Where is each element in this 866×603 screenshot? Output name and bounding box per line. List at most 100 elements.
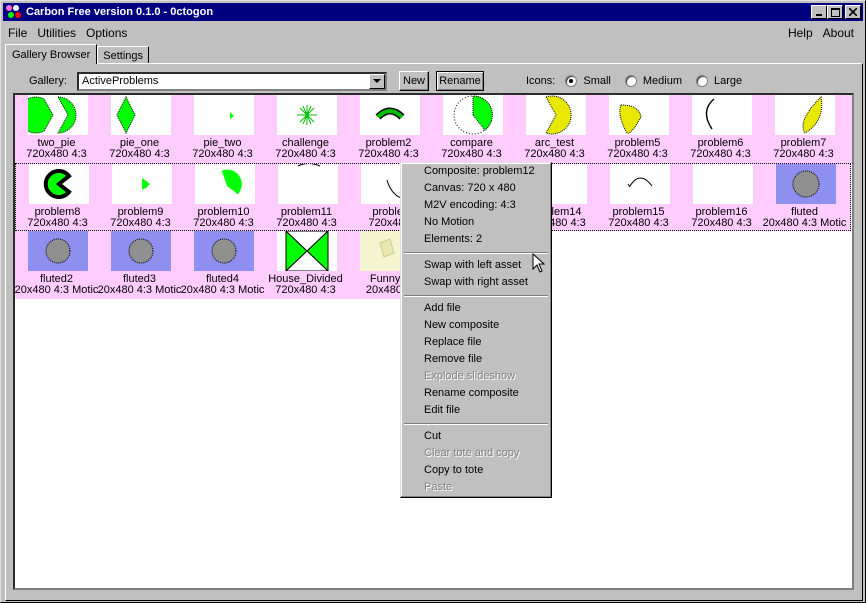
ctx-separator — [404, 423, 548, 425]
gallery-item-challenge[interactable]: challenge 720x480 4:3 — [264, 95, 347, 161]
ctx-cut[interactable]: Cut — [424, 430, 441, 442]
gallery-item-two-pie[interactable]: two_pie 720x480 4:3 — [15, 95, 98, 161]
icon-size-medium-radio[interactable]: Medium — [624, 75, 682, 87]
ctx-replace-file[interactable]: Replace file — [424, 336, 481, 348]
gallery-item-compare[interactable]: compare 720x480 4:3 — [430, 95, 513, 161]
rename-gallery-button[interactable]: Rename — [436, 71, 484, 91]
gallery-row: fluted2 20x480 4:3 Motic fluted3 20x480 … — [15, 231, 420, 299]
ctx-info-canvas: Canvas: 720 x 480 — [424, 182, 516, 194]
menu-options[interactable]: Options — [81, 26, 132, 40]
problem15-thumbnail — [610, 164, 670, 204]
menu-help[interactable]: Help — [783, 26, 818, 40]
fluted4-thumbnail — [194, 231, 254, 271]
icon-size-large-label: Large — [714, 75, 743, 87]
gallery-item-problem6[interactable]: problem6 720x480 4:3 — [679, 95, 762, 161]
challenge-thumbnail — [277, 95, 337, 135]
ctx-remove-file[interactable]: Remove file — [424, 353, 482, 365]
close-icon — [849, 8, 857, 16]
minimize-button[interactable] — [811, 5, 827, 19]
problem16-thumbnail — [693, 164, 753, 204]
gallery-item-problem9[interactable]: problem9 720x480 4:3 — [99, 164, 182, 230]
ctx-info-encoding: M2V encoding: 4:3 — [424, 199, 516, 211]
ctx-explode-slideshow: Explode slideshow — [424, 370, 516, 382]
gallery-item-problem2[interactable]: problem2 720x480 4:3 — [347, 95, 430, 161]
gallery-item-problem11[interactable]: problem11 720x480 4:3 — [265, 164, 348, 230]
problem11-thumbnail — [278, 164, 338, 204]
gallery-item-problem16[interactable]: problem16 720x480 4:3 — [680, 164, 763, 230]
problem7-thumbnail — [775, 95, 835, 135]
gallery-item-problem7[interactable]: problem7 720x480 4:3 — [762, 95, 845, 161]
menu-file[interactable]: File — [3, 26, 32, 40]
tab-settings[interactable]: Settings — [97, 46, 149, 64]
ctx-clear-tote-copy: Clear tote and copy — [424, 447, 520, 459]
context-menu: Composite: problem12 Canvas: 720 x 480 M… — [400, 162, 552, 498]
gallery-item-fluted[interactable]: fluted 20x480 4:3 Motic — [763, 164, 846, 230]
problem5-thumbnail — [609, 95, 669, 135]
gallery-select[interactable]: ActiveProblems — [77, 71, 387, 91]
tab-gallery-browser[interactable]: Gallery Browser — [5, 44, 98, 64]
ctx-swap-left[interactable]: Swap with left asset — [424, 259, 521, 271]
gallery-item-fluted2[interactable]: fluted2 20x480 4:3 Motic — [15, 231, 98, 297]
close-button[interactable] — [845, 5, 861, 19]
gallery-item-problem5[interactable]: problem5 720x480 4:3 — [596, 95, 679, 161]
radio-unselected-icon — [696, 75, 708, 87]
ctx-separator — [404, 252, 548, 254]
menu-bar: File Utilities Options Help About — [3, 23, 863, 42]
app-window: Carbon Free version 0.1.0 - 0ctogon File… — [0, 0, 866, 603]
fluted2-thumbnail — [28, 231, 88, 271]
window-title: Carbon Free version 0.1.0 - 0ctogon — [26, 6, 214, 18]
gallery-item-problem8[interactable]: problem8 720x480 4:3 — [16, 164, 99, 230]
radio-unselected-icon — [624, 75, 637, 87]
menu-utilities[interactable]: Utilities — [32, 26, 81, 40]
gallery-label: Gallery: — [29, 75, 67, 87]
gallery-item-arc-test[interactable]: arc_test 720x480 4:3 — [513, 95, 596, 161]
gallery-item-fluted4[interactable]: fluted4 20x480 4:3 Motic — [181, 231, 264, 297]
two-pie-thumbnail — [28, 95, 88, 135]
ctx-edit-file[interactable]: Edit file — [424, 404, 460, 416]
menu-about[interactable]: About — [818, 26, 859, 40]
gallery-select-value: ActiveProblems — [82, 75, 159, 87]
gallery-toolbar: Gallery: ActiveProblems New Rename Icons… — [29, 71, 742, 91]
gallery-item-fluted3[interactable]: fluted3 20x480 4:3 Motic — [98, 231, 181, 297]
arc-test-thumbnail — [526, 95, 586, 135]
icon-size-large-radio[interactable]: Large — [696, 75, 742, 87]
problem10-thumbnail — [195, 164, 255, 204]
problem8-thumbnail — [29, 164, 89, 204]
icon-size-medium-label: Medium — [642, 75, 682, 87]
new-gallery-button[interactable]: New — [399, 71, 429, 91]
title-bar[interactable]: Carbon Free version 0.1.0 - 0ctogon — [3, 3, 863, 21]
icons-label: Icons: — [526, 75, 556, 87]
problem6-thumbnail — [692, 95, 752, 135]
house-divided-thumbnail — [277, 231, 337, 271]
ctx-rename-composite[interactable]: Rename composite — [424, 387, 519, 399]
icon-size-small-label: Small — [583, 75, 611, 87]
maximize-button[interactable] — [827, 5, 843, 19]
pie-two-thumbnail — [194, 95, 254, 135]
gallery-item-house-divided[interactable]: House_Divided 720x480 4:3 — [264, 231, 347, 297]
icon-size-small-radio[interactable]: Small — [565, 75, 611, 87]
dropdown-arrow-icon[interactable] — [369, 73, 385, 89]
gallery-item-problem15[interactable]: problem15 720x480 4:3 — [597, 164, 680, 230]
gallery-item-pie-two[interactable]: pie_two 720x480 4:3 — [181, 95, 264, 161]
gallery-item-pie-one[interactable]: pie_one 720x480 4:3 — [98, 95, 181, 161]
gallery-row: two_pie 720x480 4:3 pie_one 720x480 4:3 … — [15, 95, 852, 163]
pie-one-thumbnail — [111, 95, 171, 135]
fluted-thumbnail — [776, 164, 836, 204]
ctx-info-motion: No Motion — [424, 216, 475, 228]
app-logo-icon — [6, 5, 22, 19]
ctx-paste: Paste — [424, 481, 453, 493]
gallery-item-problem10[interactable]: problem10 720x480 4:3 — [182, 164, 265, 230]
mouse-cursor-icon — [532, 253, 546, 273]
radio-selected-icon — [565, 75, 578, 87]
ctx-swap-right[interactable]: Swap with right asset — [424, 276, 528, 288]
ctx-info-composite: Composite: problem12 — [424, 165, 535, 177]
ctx-add-file[interactable]: Add file — [424, 302, 461, 314]
ctx-separator — [404, 295, 548, 297]
ctx-info-elements: Elements: 2 — [424, 233, 483, 245]
problem9-thumbnail — [112, 164, 172, 204]
minimize-icon — [816, 14, 822, 16]
fluted3-thumbnail — [111, 231, 171, 271]
problem2-thumbnail — [360, 95, 420, 135]
ctx-copy-to-tote[interactable]: Copy to tote — [424, 464, 483, 476]
ctx-new-composite[interactable]: New composite — [424, 319, 499, 331]
